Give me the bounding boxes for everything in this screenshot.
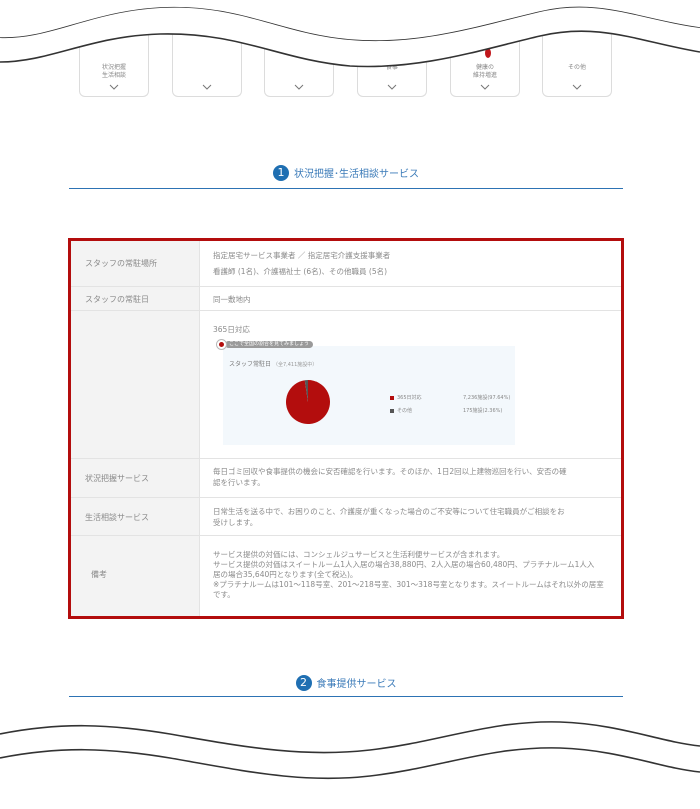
row-label: スタッフの常駐場所 [85,259,157,268]
legend-item: 365日対応 [390,394,422,401]
table-row: スタッフの常駐場所 指定居宅サービス事業者 ／ 指定居宅介護支援事業者 看護師 … [71,241,621,287]
chevron-down-icon [294,84,304,90]
row-value: 毎日ゴミ回収や食事提供の機会に安否確認を行います。そのほか、1日2回以上建物巡回… [213,466,567,488]
legend-item: その他 [390,407,412,414]
table-row: 備考 サービス提供の対価には、コンシェルジュサービスと生活利便サービスが含まれま… [71,536,621,616]
service-tabs: 状況把握 生活相談 食事 健康の 維持増進 その他 [79,0,699,97]
row-header: 備考 [71,536,200,616]
value-line: 365日対応 [213,325,250,334]
table-row: スタッフの常駐日 同一敷地内 [71,287,621,311]
value-line: 毎日ゴミ回収や食事提供の機会に安否確認を行います。そのほか、1日2回以上建物巡回… [213,467,567,476]
legend-name: 365日対応 [397,395,422,401]
chart-subtitle: （全7,411施設中） [272,362,318,368]
pie-chart [286,380,330,424]
tab-label: 健康の 維持増進 [472,64,497,79]
chart-title-text: スタッフ常駐日 [229,361,272,368]
tab-2[interactable] [172,0,242,97]
legend-value: 7,236施設(97.64%) [463,395,511,401]
value-line: ※プラチナルームは101～118号室、201～218号室、301～318号室とな… [213,580,604,589]
value-line: 指定居宅サービス事業者 ／ 指定居宅介護支援事業者 [213,251,391,260]
row-header: スタッフの常駐場所 [71,241,200,286]
row-label: スタッフの常駐日 [85,295,149,304]
row-value: 同一敷地内 [213,294,251,305]
chevron-down-icon [387,84,397,90]
tab-3[interactable] [264,0,334,97]
chart-title: スタッフ常駐日 （全7,411施設中） [229,359,317,368]
table-row: 生活相談サービス 日常生活を送る中で、お困りのこと、介護度が重くなった場合のご不… [71,498,621,536]
row-header: スタッフの常駐日 [71,287,200,310]
tab-meal[interactable]: 食事 [357,0,427,97]
service-table: スタッフの常駐場所 指定居宅サービス事業者 ／ 指定居宅介護支援事業者 看護師 … [68,238,624,619]
row-value: 365日対応 [213,324,250,335]
row-header: 生活相談サービス [71,498,200,535]
section-number: 1 [273,164,289,181]
value-line: サービス提供の対価はスイートルーム1人入居の場合38,880円、2人入居の場合6… [213,560,595,569]
meal-icon [387,47,397,58]
section-heading-2: 2 食事提供サービス [69,672,623,697]
row-value: 日常生活を送る中で、お困りのこと、介護度が重くなった場合のご不安等について住宅職… [213,506,565,528]
chevron-down-icon [202,84,212,90]
torn-edge-bottom [0,721,700,809]
footprint-icon [479,39,491,58]
section-heading-1: 1 状況把握･生活相談サービス [69,162,623,189]
hint-label: ここで全国の割合を見てみましょう [225,340,314,348]
chevron-down-icon [109,84,119,90]
row-value: サービス提供の対価には、コンシェルジュサービスと生活利便サービスが含まれます。 … [213,550,604,600]
tab-label: 状況把握 生活相談 [101,64,126,79]
legend-value: 175施設(2.36%) [463,408,503,414]
national-ratio-hint[interactable]: ここで全国の割合を見てみましょう [216,338,314,350]
tab-health[interactable]: 健康の 維持増進 [450,0,520,97]
row-value: 指定居宅サービス事業者 ／ 指定居宅介護支援事業者 看護師 (1名)、介護福祉士… [213,250,390,277]
chevron-down-icon [480,84,490,90]
value-line: です。 [213,590,235,599]
pie-badge-icon [216,338,227,350]
value-line: 居の場合35,640円となります(全て税込)。 [213,570,358,579]
section-title: 状況把握･生活相談サービス [294,169,419,180]
tab-label: 食事 [385,64,398,71]
value-line: 受けします。 [213,518,258,527]
legend-name: その他 [397,408,413,414]
row-label: 生活相談サービス [85,513,149,522]
legend-swatch [390,408,394,413]
tab-situation-consultation[interactable]: 状況把握 生活相談 [79,0,149,97]
value-line: サービス提供の対価には、コンシェルジュサービスと生活利便サービスが含まれます。 [213,550,505,559]
value-line: 日常生活を送る中で、お困りのこと、介護度が重くなった場合のご不安等について住宅職… [213,507,565,516]
value-line: 看護師 (1名)、介護福祉士 (6名)、その他職員 (5名) [213,267,388,276]
legend-swatch [390,395,394,400]
row-header [71,311,200,458]
row-label: 備考 [91,570,107,579]
tab-label: その他 [567,64,586,71]
table-row: 状況把握サービス 毎日ゴミ回収や食事提供の機会に安否確認を行います。そのほか、1… [71,459,621,498]
row-label: 状況把握サービス [85,474,149,483]
value-line: 認を行います。 [213,478,265,487]
chevron-down-icon [572,84,582,90]
section-number: 2 [295,674,312,691]
tab-other[interactable]: その他 [542,0,612,97]
value-line: 同一敷地内 [213,295,251,304]
row-header: 状況把握サービス [71,459,200,497]
section-title: 食事提供サービス [316,679,397,690]
